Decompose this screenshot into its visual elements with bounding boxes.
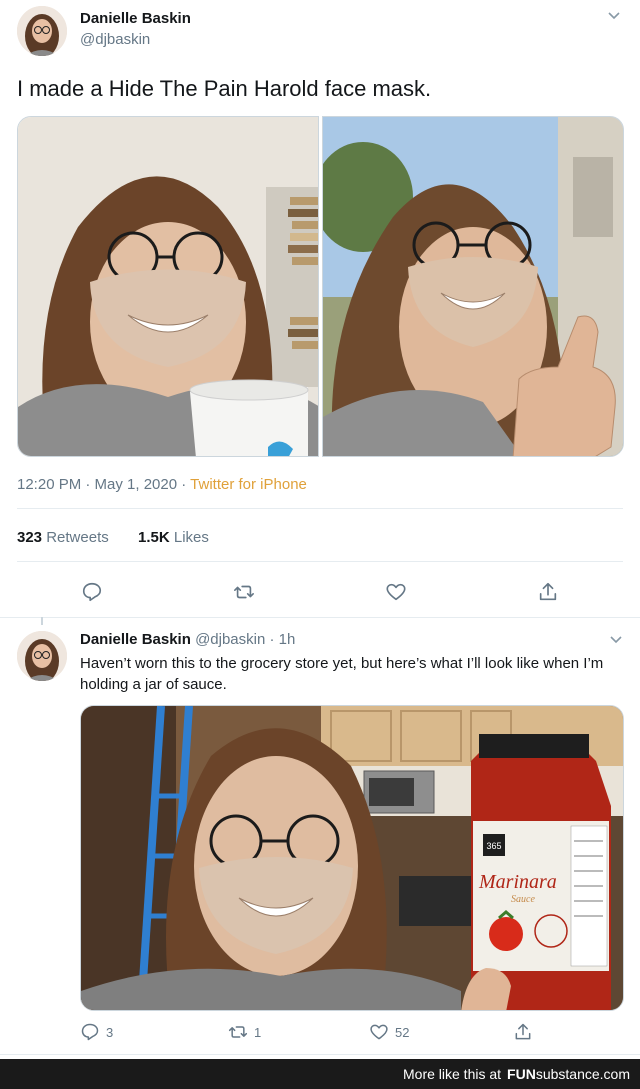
reply-author-avatar[interactable] xyxy=(17,631,67,681)
reply-text: Haven’t worn this to the grocery store y… xyxy=(80,655,604,693)
reply-share-action[interactable] xyxy=(513,1022,533,1047)
reply-reply-action[interactable]: 3 xyxy=(80,1022,113,1042)
author-avatar[interactable] xyxy=(17,6,67,56)
divider xyxy=(17,561,623,562)
like-icon[interactable] xyxy=(382,578,410,606)
reply-chevron-down-icon[interactable] xyxy=(609,632,623,649)
tweet-source-link[interactable]: Twitter for iPhone xyxy=(190,476,307,493)
jar-label: Marinara xyxy=(478,871,557,893)
jar-sub-label: Sauce xyxy=(511,894,535,905)
reply-like-action[interactable]: 52 xyxy=(369,1022,409,1042)
reply-icon xyxy=(81,1023,99,1041)
jar-brand-logo: 365 xyxy=(486,841,501,851)
share-icon[interactable] xyxy=(534,578,562,606)
divider xyxy=(17,508,623,509)
reply-count: 3 xyxy=(106,1024,114,1040)
likes-label: Likes xyxy=(173,529,209,546)
tweet-photo-2[interactable] xyxy=(322,116,624,457)
retweets-count: 323 xyxy=(17,529,43,546)
divider xyxy=(0,1054,640,1055)
brand-accent: substance xyxy=(535,1066,600,1082)
reply-photo[interactable]: 365 Marinara Sauce xyxy=(80,705,624,1011)
tweet-photo-1[interactable] xyxy=(17,116,319,457)
watermark-bar: More like this at FUNsubstance.com xyxy=(0,1059,640,1089)
reply-author-name[interactable]: Danielle Baskin xyxy=(80,631,191,648)
reply-retweet-action[interactable]: 1 xyxy=(228,1022,261,1042)
share-icon xyxy=(515,1023,531,1040)
brand-main: FUN xyxy=(507,1066,536,1082)
likes-count: 1.5K xyxy=(138,529,170,546)
thread-line xyxy=(41,617,43,625)
reply-time[interactable]: · 1h xyxy=(270,631,296,648)
watermark-brand[interactable]: FUNsubstance.com xyxy=(507,1066,630,1082)
reply-header: Danielle Baskin @djbaskin · 1h xyxy=(80,631,295,648)
retweet-count: 1 xyxy=(254,1024,262,1040)
reply-icon[interactable] xyxy=(78,578,106,606)
brand-tld: .com xyxy=(599,1066,630,1082)
retweet-icon[interactable] xyxy=(230,578,258,606)
like-count: 52 xyxy=(395,1024,410,1040)
watermark-text: More like this at xyxy=(403,1066,502,1082)
author-handle[interactable]: @djbaskin xyxy=(80,31,150,48)
chevron-down-icon[interactable] xyxy=(607,8,621,25)
tweet-timestamp: 12:20 PM · May 1, 2020 · Twitter for iPh… xyxy=(17,476,307,493)
tweet-text: I made a Hide The Pain Harold face mask. xyxy=(17,76,432,101)
retweets-stat[interactable]: 323 Retweets xyxy=(17,529,109,546)
like-icon xyxy=(370,1024,388,1040)
retweet-icon xyxy=(228,1026,248,1038)
likes-stat[interactable]: 1.5K Likes xyxy=(138,529,209,546)
retweets-label: Retweets xyxy=(46,529,109,546)
divider xyxy=(0,617,640,618)
author-name[interactable]: Danielle Baskin xyxy=(80,10,191,27)
reply-author-handle[interactable]: @djbaskin xyxy=(195,631,265,648)
timestamp-text: 12:20 PM · May 1, 2020 · xyxy=(17,476,191,493)
